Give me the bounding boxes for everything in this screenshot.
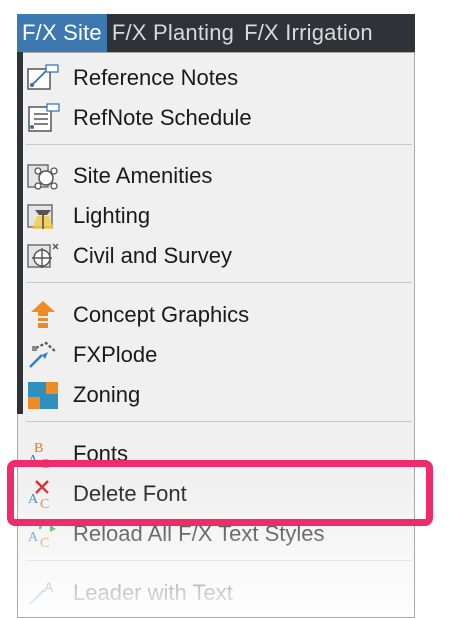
menu-item-zoning[interactable]: Zoning <box>18 375 414 415</box>
menu-item-civil-survey[interactable]: Civil and Survey <box>18 236 414 276</box>
svg-text:C: C <box>40 536 49 549</box>
fxplode-icon <box>26 340 60 370</box>
reference-notes-icon <box>26 63 60 93</box>
menu-item-concept-graphics[interactable]: Concept Graphics <box>18 295 414 335</box>
svg-text:C: C <box>40 457 49 469</box>
menu-item-label: RefNote Schedule <box>73 105 252 130</box>
menu-item-label: Lighting <box>73 203 151 228</box>
civil-survey-icon <box>26 241 60 271</box>
menu-fx-irrigation[interactable]: F/X Irrigation <box>239 14 378 52</box>
menu-item-label: Site Amenities <box>73 163 213 188</box>
menubar-shadow-strip <box>17 52 23 414</box>
menu-separator <box>26 282 412 283</box>
menu-item-refnote-schedule[interactable]: RefNote Schedule <box>18 98 414 138</box>
delete-font-icon: A C <box>26 479 60 509</box>
menu-item-label: Leader with Text <box>73 580 233 605</box>
reload-text-styles-icon: A C <box>26 519 60 549</box>
menu-item-label: Fonts <box>73 441 129 466</box>
menu-item-label: Delete Font <box>73 481 187 506</box>
zoning-icon <box>26 380 60 410</box>
menu-bar: F/X Site F/X Planting F/X Irrigation <box>17 14 415 52</box>
menu-item-fonts[interactable]: B A C Fonts <box>18 434 414 474</box>
fx-site-dropdown: Reference Notes RefNote Schedule Site Am… <box>17 52 415 618</box>
svg-text:C: C <box>40 497 49 509</box>
menu-item-label: Reference Notes <box>73 65 239 90</box>
menu-item-leader-with-text[interactable]: A Leader with Text <box>18 573 414 613</box>
site-amenities-icon <box>26 161 60 191</box>
svg-text:A: A <box>28 453 39 468</box>
menu-fx-site[interactable]: F/X Site <box>17 14 107 52</box>
menu-item-site-amenities[interactable]: Site Amenities <box>18 156 414 196</box>
lighting-icon <box>26 201 60 231</box>
menu-item-lighting[interactable]: Lighting <box>18 196 414 236</box>
concept-graphics-icon <box>26 300 60 330</box>
svg-text:A: A <box>28 530 39 545</box>
menu-separator <box>26 560 412 561</box>
menu-item-label: FXPlode <box>73 342 158 367</box>
svg-text:A: A <box>28 492 39 507</box>
refnote-schedule-icon <box>26 103 60 133</box>
menu-item-reference-notes[interactable]: Reference Notes <box>18 58 414 98</box>
menu-item-label: Reload All F/X Text Styles <box>73 521 325 546</box>
menu-fx-planting[interactable]: F/X Planting <box>107 14 239 52</box>
menu-item-delete-font[interactable]: A C Delete Font <box>18 474 414 514</box>
menu-item-reload-text-styles[interactable]: A C Reload All F/X Text Styles <box>18 514 414 554</box>
menu-item-label: Concept Graphics <box>73 302 250 327</box>
fonts-icon: B A C <box>26 439 60 469</box>
menu-item-label: Zoning <box>73 382 141 407</box>
menu-item-fxplode[interactable]: FXPlode <box>18 335 414 375</box>
menu-separator <box>26 144 412 145</box>
menu-separator <box>26 421 412 422</box>
leader-with-text-icon: A <box>26 578 60 608</box>
menu-item-label: Civil and Survey <box>73 243 232 268</box>
svg-text:A: A <box>44 579 54 595</box>
